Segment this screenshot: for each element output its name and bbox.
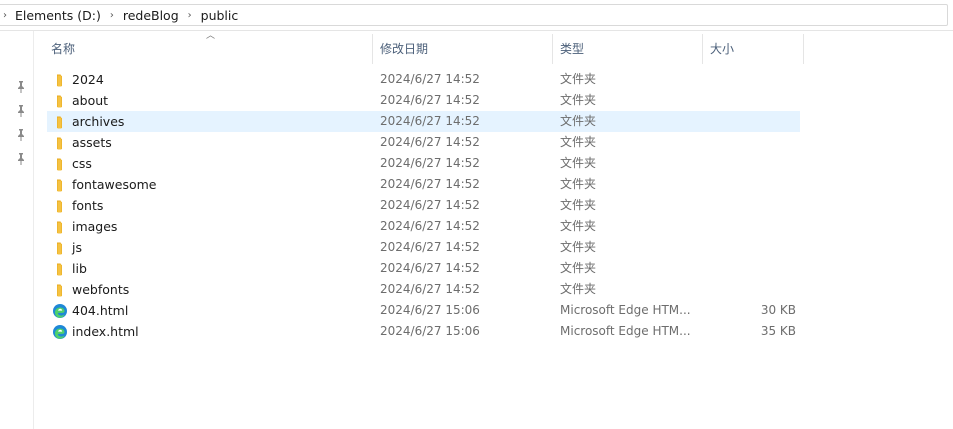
- file-date: 2024/6/27 14:52: [380, 135, 480, 149]
- column-date[interactable]: 修改日期: [373, 34, 553, 64]
- file-name: 404.html: [72, 303, 129, 318]
- file-type: 文件夹: [560, 261, 597, 275]
- file-date: 2024/6/27 14:52: [380, 261, 480, 275]
- file-name: fontawesome: [72, 177, 157, 192]
- file-name: webfonts: [72, 282, 130, 297]
- file-size: 35 KB: [760, 324, 796, 338]
- folder-icon: [52, 135, 68, 151]
- file-date: 2024/6/27 15:06: [380, 303, 480, 317]
- folder-icon: [52, 282, 68, 298]
- file-name: about: [72, 93, 109, 108]
- file-name: lib: [72, 261, 87, 276]
- file-type: 文件夹: [560, 114, 597, 128]
- chevron-right-icon[interactable]: ›: [184, 10, 196, 21]
- folder-icon: [52, 198, 68, 214]
- file-date: 2024/6/27 14:52: [380, 240, 480, 254]
- file-date: 2024/6/27 14:52: [380, 93, 480, 107]
- folder-icon: [52, 114, 68, 130]
- pin-icon[interactable]: [14, 105, 28, 119]
- file-row[interactable]: archives 2024/6/27 14:52 文件夹: [47, 111, 800, 132]
- edge-html-icon: [52, 324, 68, 340]
- folder-icon: [52, 177, 68, 193]
- file-row[interactable]: about 2024/6/27 14:52 文件夹: [47, 90, 800, 111]
- file-row[interactable]: fonts 2024/6/27 14:52 文件夹: [47, 195, 800, 216]
- file-name: images: [72, 219, 118, 234]
- file-type: 文件夹: [560, 177, 597, 191]
- file-row[interactable]: 404.html 2024/6/27 15:06 Microsoft Edge HT…: [47, 300, 800, 321]
- file-date: 2024/6/27 15:06: [380, 324, 480, 338]
- column-size[interactable]: 大小: [703, 34, 804, 64]
- pin-icon[interactable]: [14, 153, 28, 167]
- file-explorer-window: › Elements (D:) › redeBlog › public ︿ 名称…: [0, 0, 953, 429]
- file-type: 文件夹: [560, 135, 597, 149]
- column-header: ︿ 名称 修改日期 类型 大小: [44, 31, 804, 64]
- file-row[interactable]: js 2024/6/27 14:52 文件夹: [47, 237, 800, 258]
- file-date: 2024/6/27 14:52: [380, 177, 480, 191]
- chevron-right-icon[interactable]: ›: [0, 10, 10, 21]
- breadcrumb-public[interactable]: public: [199, 8, 241, 23]
- file-name: 2024: [72, 72, 104, 87]
- file-date: 2024/6/27 14:52: [380, 282, 480, 296]
- file-type: 文件夹: [560, 198, 597, 212]
- file-date: 2024/6/27 14:52: [380, 156, 480, 170]
- file-date: 2024/6/27 14:52: [380, 198, 480, 212]
- breadcrumb: › Elements (D:) › redeBlog › public: [0, 0, 240, 30]
- file-row[interactable]: assets 2024/6/27 14:52 文件夹: [47, 132, 800, 153]
- file-row[interactable]: 2024 2024/6/27 14:52 文件夹: [47, 69, 800, 90]
- folder-icon: [52, 72, 68, 88]
- edge-html-icon: [52, 303, 68, 319]
- file-type: 文件夹: [560, 93, 597, 107]
- file-type: 文件夹: [560, 219, 597, 233]
- file-name: index.html: [72, 324, 139, 339]
- file-row[interactable]: webfonts 2024/6/27 14:52 文件夹: [47, 279, 800, 300]
- address-bar[interactable]: › Elements (D:) › redeBlog › public: [0, 0, 953, 31]
- file-name: archives: [72, 114, 125, 129]
- file-row[interactable]: index.html 2024/6/27 15:06 Microsoft Edge …: [47, 321, 800, 342]
- file-type: Microsoft Edge HTM...: [560, 324, 691, 338]
- file-date: 2024/6/27 14:52: [380, 114, 480, 128]
- pin-icon[interactable]: [14, 81, 28, 95]
- file-type: 文件夹: [560, 282, 597, 296]
- file-row[interactable]: fontawesome 2024/6/27 14:52 文件夹: [47, 174, 800, 195]
- file-name: js: [72, 240, 82, 255]
- file-name: fonts: [72, 198, 104, 213]
- folder-icon: [52, 93, 68, 109]
- file-size: 30 KB: [760, 303, 796, 317]
- file-name: assets: [72, 135, 112, 150]
- navigation-pane: [0, 31, 34, 429]
- file-date: 2024/6/27 14:52: [380, 219, 480, 233]
- chevron-right-icon[interactable]: ›: [106, 10, 118, 21]
- folder-icon: [52, 261, 68, 277]
- folder-icon: [52, 156, 68, 172]
- file-row[interactable]: css 2024/6/27 14:52 文件夹: [47, 153, 800, 174]
- file-date: 2024/6/27 14:52: [380, 72, 480, 86]
- breadcrumb-drive[interactable]: Elements (D:): [13, 8, 103, 23]
- file-type: 文件夹: [560, 72, 597, 86]
- file-row[interactable]: lib 2024/6/27 14:52 文件夹: [47, 258, 800, 279]
- file-row[interactable]: images 2024/6/27 14:52 文件夹: [47, 216, 800, 237]
- breadcrumb-redeblog[interactable]: redeBlog: [121, 8, 181, 23]
- folder-icon: [52, 219, 68, 235]
- file-list: 2024 2024/6/27 14:52 文件夹 about 2024/6/27 14:…: [47, 69, 800, 342]
- folder-icon: [52, 240, 68, 256]
- file-type: Microsoft Edge HTM...: [560, 303, 691, 317]
- file-name: css: [72, 156, 92, 171]
- column-name[interactable]: 名称: [44, 34, 373, 64]
- file-type: 文件夹: [560, 240, 597, 254]
- file-type: 文件夹: [560, 156, 597, 170]
- column-type[interactable]: 类型: [553, 34, 703, 64]
- pin-icon[interactable]: [14, 129, 28, 143]
